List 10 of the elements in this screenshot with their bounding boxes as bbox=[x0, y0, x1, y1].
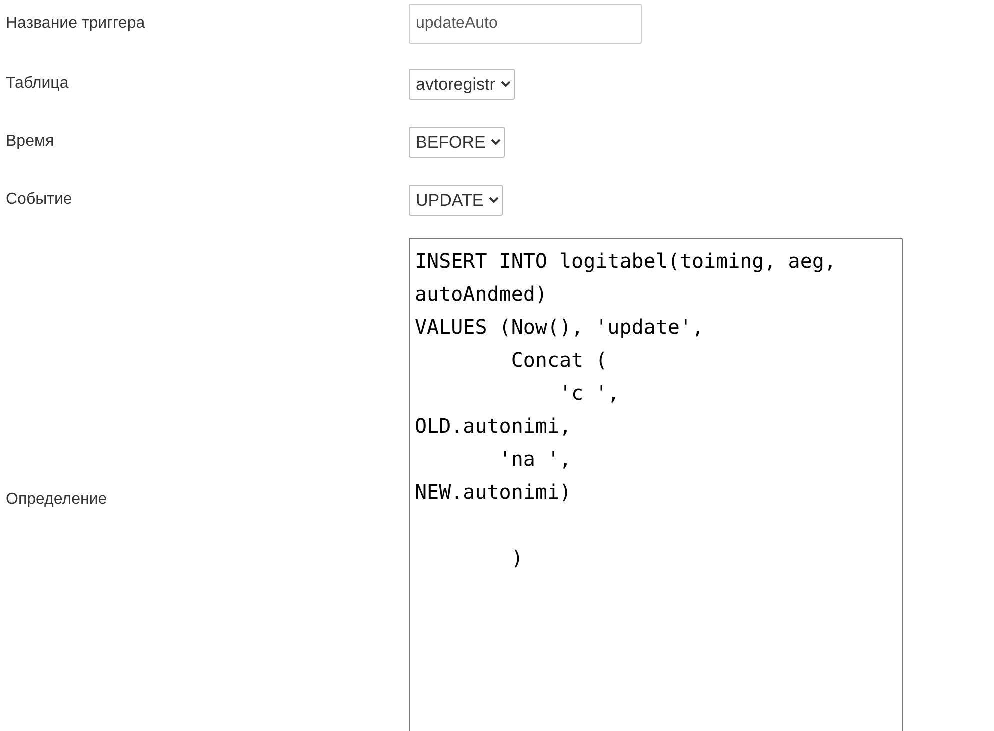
trigger-name-field[interactable]: updateAuto bbox=[409, 4, 642, 44]
field-label: Время bbox=[6, 133, 54, 151]
field-label: Таблица bbox=[6, 75, 69, 93]
dropdown[interactable]: BEFORE bbox=[409, 126, 505, 158]
dropdown[interactable]: UPDATE bbox=[409, 184, 503, 216]
dropdown[interactable]: avtoregistr bbox=[409, 68, 515, 100]
definition-textarea[interactable]: INSERT INTO logitabel(toiming, aeg, autoAndmed) VALUES (Now(), 'update', Concat ( 'c ', OLD.autonimi, 'na ', NEW.autonimi) ) bbox=[409, 238, 903, 731]
field-label: Название триггера bbox=[6, 15, 146, 33]
field-label: Определение bbox=[6, 490, 108, 508]
field-label: Событие bbox=[6, 191, 72, 209]
